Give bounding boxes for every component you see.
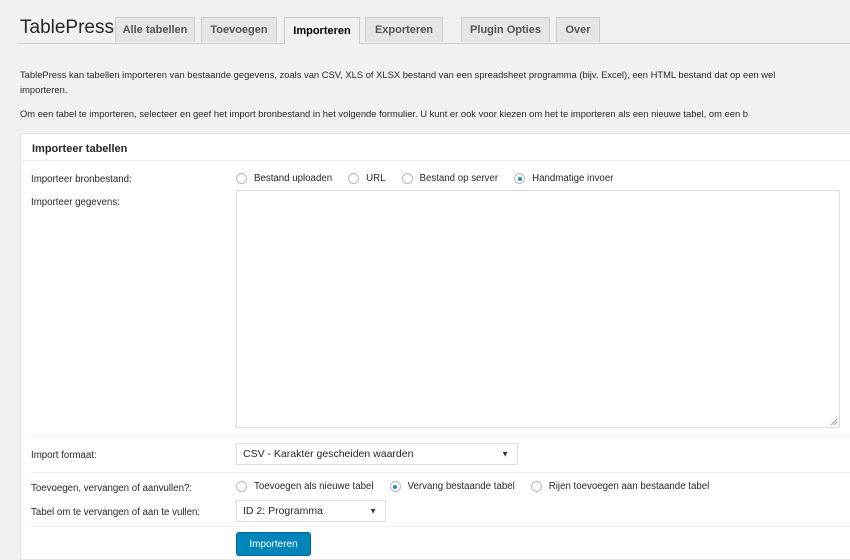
mode-option-label: Toevoegen als nieuwe tabel — [254, 481, 374, 492]
tab-over[interactable]: Over — [556, 17, 600, 42]
mode-label: Toevoegen, vervangen of aanvullen?: — [31, 483, 193, 494]
tabs-divider — [18, 43, 850, 44]
source-option-label: URL — [366, 173, 386, 184]
intro-text-line1: TablePress kan tabellen importeren van b… — [20, 69, 776, 80]
radio-button[interactable] — [530, 481, 542, 492]
source-radio-group: Bestand uploaden URL Bestand op server H… — [236, 173, 629, 184]
target-label: Tabel om te vervangen of aan te vullen: — [31, 507, 201, 518]
chevron-down-icon: ▼ — [501, 449, 509, 459]
tab-exporteren[interactable]: Exporteren — [365, 17, 443, 42]
intro-text-line2: importeren. — [20, 84, 68, 95]
target-table-select[interactable]: ID 2: Programma ▼ — [236, 500, 386, 522]
radio-button[interactable] — [348, 173, 360, 184]
tab-alle-tabellen[interactable]: Alle tabellen — [115, 17, 195, 42]
mode-option-label: Rijen toevoegen aan bestaande tabel — [548, 481, 710, 492]
radio-button[interactable] — [236, 481, 247, 492]
resize-handle-icon[interactable] — [830, 418, 837, 425]
panel-title: Importeer tabellen — [32, 143, 128, 155]
mode-option-label: Vervang bestaande tabel — [407, 481, 515, 492]
data-label: Importeer gegevens: — [31, 197, 120, 208]
source-option-upload[interactable]: Bestand uploaden — [236, 173, 332, 184]
intro-text-line3: Om een tabel te importeren, selecteer en… — [20, 108, 749, 119]
format-select-value: CSV - Karakter gescheiden waarden — [243, 448, 414, 460]
source-option-label: Handmatige invoer — [532, 173, 614, 184]
app-title: TablePress — [20, 17, 114, 38]
mode-option-new[interactable]: Toevoegen als nieuwe tabel — [236, 481, 374, 492]
row-divider — [31, 526, 850, 527]
source-option-url[interactable]: URL — [348, 173, 386, 184]
radio-button[interactable] — [236, 173, 247, 184]
mode-radio-group: Toevoegen als nieuwe tabel Vervang besta… — [236, 481, 725, 492]
header: TablePress — [20, 8, 124, 44]
format-label: Import formaat: — [31, 450, 97, 461]
radio-button[interactable] — [401, 173, 413, 184]
target-select-value: ID 2: Programma — [243, 505, 323, 517]
row-divider — [31, 472, 850, 473]
chevron-down-icon: ▼ — [369, 506, 377, 516]
format-select[interactable]: CSV - Karakter gescheiden waarden ▼ — [236, 443, 518, 465]
source-option-label: Bestand uploaden — [254, 173, 333, 184]
source-option-manual[interactable]: Handmatige invoer — [514, 173, 613, 184]
source-label: Importeer bronbestand: — [31, 174, 132, 185]
mode-option-append[interactable]: Rijen toevoegen aan bestaande tabel — [530, 481, 710, 492]
import-panel: Importeer tabellen Importeer bronbestand… — [20, 133, 850, 560]
mode-option-replace[interactable]: Vervang bestaande tabel — [389, 481, 515, 492]
row-divider — [31, 436, 850, 437]
tab-plugin-opties[interactable]: Plugin Opties — [461, 17, 550, 42]
radio-button-checked[interactable] — [389, 481, 401, 492]
import-data-textarea[interactable] — [236, 190, 840, 428]
radio-button-checked[interactable] — [514, 173, 526, 184]
tab-importeren[interactable]: Importeren — [284, 17, 360, 44]
import-button[interactable]: Importeren — [236, 532, 311, 556]
source-option-server[interactable]: Bestand op server — [401, 173, 499, 184]
panel-divider — [21, 160, 850, 161]
tab-toevoegen[interactable]: Toevoegen — [201, 17, 277, 42]
source-option-label: Bestand op server — [419, 173, 499, 184]
